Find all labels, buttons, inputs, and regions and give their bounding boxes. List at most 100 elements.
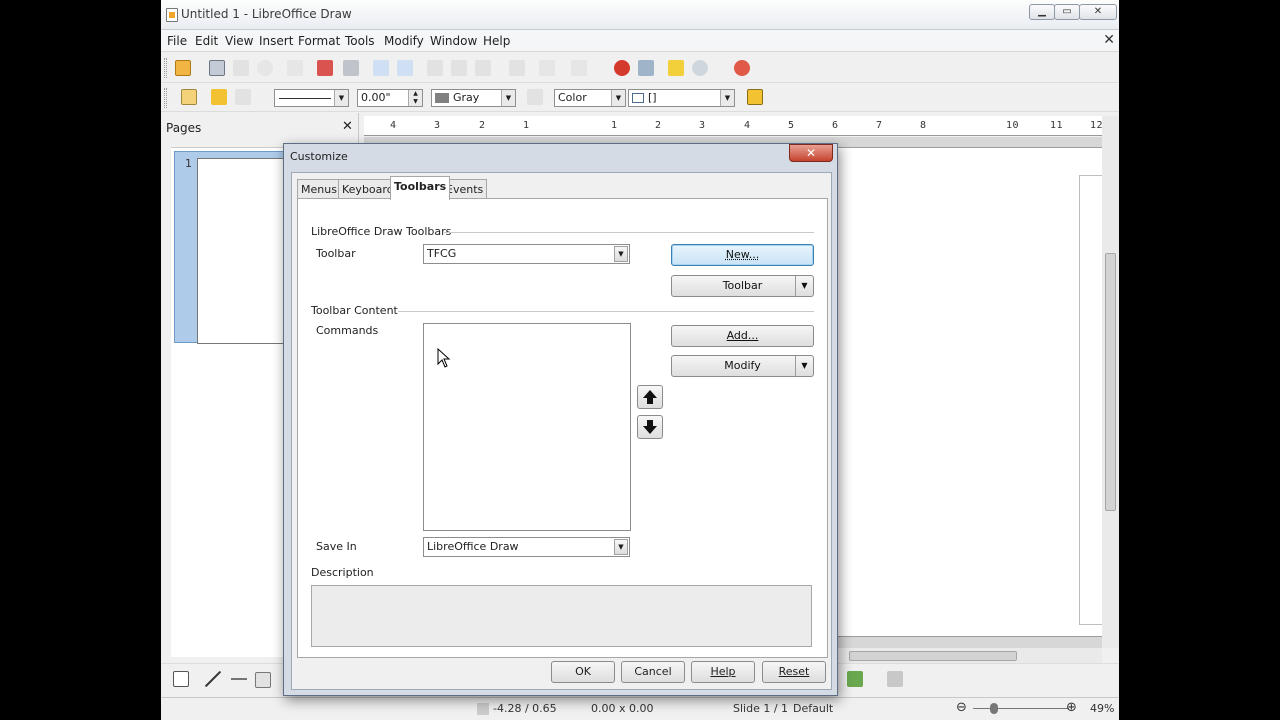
- close-window-button[interactable]: ✕: [1079, 4, 1117, 20]
- line-tool-icon[interactable]: [205, 671, 221, 687]
- zoom-in-icon[interactable]: ⊕: [1066, 700, 1077, 715]
- vertical-scrollbar[interactable]: [1102, 116, 1119, 648]
- line-width-field[interactable]: 0.00" ▲ ▼: [357, 89, 423, 107]
- rectangle-tool-icon[interactable]: [255, 672, 271, 688]
- menu-window[interactable]: Window: [430, 34, 477, 48]
- horizontal-scrollbar[interactable]: [841, 648, 1102, 663]
- chevron-down-icon[interactable]: ▼: [614, 539, 628, 555]
- autospellcheck-icon[interactable]: [397, 60, 413, 76]
- chevron-down-icon[interactable]: ▼: [614, 246, 628, 262]
- ok-button[interactable]: OK: [551, 661, 615, 683]
- copy-icon[interactable]: [451, 60, 467, 76]
- edit-file-icon[interactable]: [287, 60, 303, 76]
- email-icon[interactable]: [257, 60, 273, 76]
- zoom-icon[interactable]: [692, 60, 708, 76]
- menu-view[interactable]: View: [225, 34, 253, 48]
- tab-toolbars[interactable]: Toolbars: [390, 176, 451, 200]
- insert-object-icon[interactable]: [847, 671, 863, 687]
- modify-command-button[interactable]: Modify ▼: [671, 355, 814, 377]
- move-up-button[interactable]: [637, 385, 663, 409]
- arrow-tool-icon[interactable]: [231, 671, 247, 687]
- chart-icon[interactable]: [614, 60, 630, 76]
- minimize-button[interactable]: ▁: [1029, 4, 1055, 20]
- chevron-down-icon[interactable]: ▼: [611, 90, 625, 106]
- commands-list[interactable]: [423, 323, 631, 531]
- chevron-down-icon[interactable]: ▼: [795, 276, 813, 296]
- description-box: [311, 585, 812, 647]
- help-button[interactable]: Help: [691, 661, 755, 683]
- chevron-down-icon[interactable]: ▼: [501, 90, 515, 106]
- menu-help[interactable]: Help: [483, 34, 510, 48]
- area-style-value: Color: [558, 91, 587, 104]
- toolbar-menu-button[interactable]: Toolbar ▼: [671, 275, 814, 297]
- move-down-button[interactable]: [637, 415, 663, 439]
- zoom-level[interactable]: 49%: [1090, 702, 1114, 715]
- save-in-select[interactable]: LibreOffice Draw ▼: [423, 537, 630, 557]
- cut-icon[interactable]: [427, 60, 443, 76]
- zoom-slider-handle[interactable]: [990, 703, 998, 714]
- arrow-style-icon[interactable]: [235, 89, 251, 105]
- toolbar-grip[interactable]: [164, 88, 167, 108]
- insert-image-icon[interactable]: [638, 60, 654, 76]
- menu-format[interactable]: Format: [298, 34, 340, 48]
- close-icon[interactable]: ✕: [342, 119, 353, 134]
- arrow-down-icon: [643, 420, 657, 434]
- add-command-button[interactable]: Add...: [671, 325, 814, 347]
- line-style-select[interactable]: ▼: [274, 89, 349, 107]
- horizontal-ruler[interactable]: 4 3 2 1 1 2 3 4 5 6 7 8 10 11 12: [364, 116, 1103, 136]
- cancel-button[interactable]: Cancel: [621, 661, 685, 683]
- spellcheck-icon[interactable]: [373, 60, 389, 76]
- line-style-icon[interactable]: [211, 89, 227, 105]
- reset-button[interactable]: Reset: [762, 661, 826, 683]
- mouse-cursor-icon: [437, 348, 451, 368]
- clone-formatting-icon[interactable]: [509, 60, 525, 76]
- new-document-icon[interactable]: [175, 60, 191, 76]
- new-toolbar-button[interactable]: New...: [671, 244, 814, 266]
- maximize-button[interactable]: ▭: [1054, 4, 1080, 20]
- export-pdf-icon[interactable]: [317, 60, 333, 76]
- toolbar-grip[interactable]: [164, 58, 167, 78]
- tab-keyboard[interactable]: Keyboard: [338, 179, 398, 199]
- line-color-select[interactable]: Gray ▼: [431, 89, 516, 107]
- status-layout: Default: [793, 702, 834, 715]
- print-icon[interactable]: [343, 60, 359, 76]
- ruler-tick: 6: [832, 120, 839, 131]
- menu-insert[interactable]: Insert: [259, 34, 293, 48]
- line-and-filling-toolbar: ▼ 0.00" ▲ ▼ Gray ▼ Color ▼ [] ▼: [161, 83, 1119, 112]
- toolbar-select[interactable]: TFCG ▼: [423, 244, 630, 264]
- chevron-down-icon[interactable]: ▼: [720, 90, 734, 106]
- area-style-select[interactable]: Color ▼: [554, 89, 626, 107]
- open-icon[interactable]: [209, 60, 225, 76]
- save-icon[interactable]: [233, 60, 249, 76]
- menu-edit[interactable]: Edit: [195, 34, 218, 48]
- menu-modify[interactable]: Modify: [384, 34, 424, 48]
- page-thumbnail[interactable]: [197, 158, 287, 344]
- zoom-out-icon[interactable]: ⊖: [956, 700, 967, 715]
- page-thumbnail-selected[interactable]: 1: [174, 151, 287, 344]
- tab-menus[interactable]: Menus: [297, 179, 341, 199]
- horizontal-scroll-thumb[interactable]: [849, 651, 1017, 661]
- zoom-slider-track[interactable]: [973, 708, 1069, 709]
- fill-bucket-icon[interactable]: [527, 89, 543, 105]
- redo-icon[interactable]: [571, 60, 587, 76]
- extrusion-icon[interactable]: [887, 671, 903, 687]
- undo-icon[interactable]: [539, 60, 555, 76]
- chevron-down-icon[interactable]: ▼: [334, 90, 348, 106]
- menu-file[interactable]: File: [167, 34, 187, 48]
- gallery-icon[interactable]: [668, 60, 684, 76]
- paste-icon[interactable]: [475, 60, 491, 76]
- area-fill-select[interactable]: [] ▼: [628, 89, 735, 107]
- select-pointer-icon[interactable]: [173, 671, 189, 687]
- dialog-close-button[interactable]: ✕: [789, 144, 833, 162]
- add-command-label: Add...: [726, 329, 759, 342]
- chevron-down-icon[interactable]: ▼: [795, 356, 813, 376]
- vertical-scroll-thumb[interactable]: [1105, 253, 1116, 511]
- help-icon[interactable]: [734, 60, 750, 76]
- customize-dialog: Customize ✕ Menus Keyboard Toolbars Even…: [283, 143, 838, 696]
- shadow-icon[interactable]: [747, 89, 763, 105]
- area-icon[interactable]: [181, 89, 197, 105]
- pages-panel-title: Pages: [166, 121, 202, 135]
- spin-arrows-icon[interactable]: ▲ ▼: [408, 90, 422, 106]
- menu-tools[interactable]: Tools: [345, 34, 375, 48]
- close-document-icon[interactable]: ✕: [1103, 32, 1115, 48]
